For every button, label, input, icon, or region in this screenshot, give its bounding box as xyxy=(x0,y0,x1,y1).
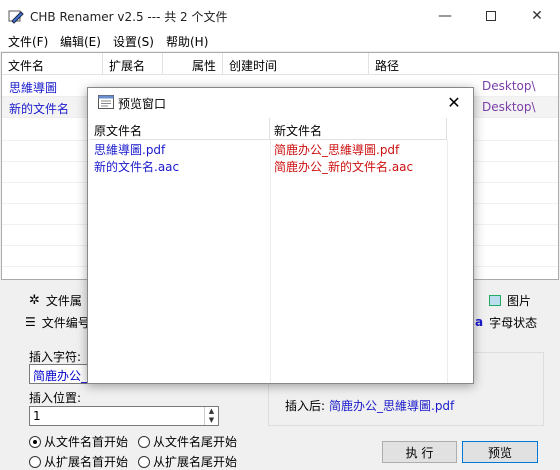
original-name: 新的文件名.aac xyxy=(94,160,180,174)
radio-dot xyxy=(138,435,150,448)
tab-letter-case[interactable]: a 字母状态 xyxy=(475,312,537,332)
file-path: Desktop\ xyxy=(482,79,536,93)
col-new-name[interactable]: 新文件名 xyxy=(270,118,447,140)
radio-dot xyxy=(138,455,150,468)
insert-char-label: 插入字符: xyxy=(29,350,82,364)
radio-label: 从文件名首开始 xyxy=(44,435,129,449)
radio-label: 从文件名尾开始 xyxy=(153,435,238,449)
col-filename[interactable]: 文件名 xyxy=(2,53,103,75)
col-path[interactable]: 路径 xyxy=(369,53,558,75)
stepper-arrows-icon[interactable]: ▲ ▼ xyxy=(204,407,218,425)
radio-ext-end[interactable]: 从扩展名尾开始 xyxy=(138,453,237,470)
insert-pos-value: 1 xyxy=(33,409,41,423)
column-divider xyxy=(270,140,271,383)
letter-icon: a xyxy=(475,315,484,329)
file-path: Desktop\ xyxy=(482,100,536,114)
rename-icon xyxy=(8,10,24,24)
radio-label: 从扩展名尾开始 xyxy=(153,455,238,469)
close-button[interactable]: ✕ xyxy=(514,0,560,31)
minimize-button[interactable]: — xyxy=(422,0,468,31)
image-icon xyxy=(489,294,501,306)
menu-settings[interactable]: 设置(S) xyxy=(113,33,154,50)
tab-label: 字母状态 xyxy=(489,315,538,330)
maximize-button[interactable] xyxy=(468,0,514,31)
list-icon: ☰ xyxy=(25,315,36,329)
preview-button[interactable]: 预览 xyxy=(462,441,538,463)
radio-ext-start[interactable]: 从扩展名首开始 xyxy=(29,453,128,470)
title-bar: CHB Renamer v2.5 --- 共 2 个文件 — ✕ xyxy=(0,0,560,31)
col-created[interactable]: 创建时间 xyxy=(223,53,369,75)
maximize-icon xyxy=(486,10,496,21)
preview-list[interactable]: 原文件名 新文件名 思維導圖.pdf 简鹿办公_思維導圖.pdf 新的文件名.a… xyxy=(90,118,473,383)
after-value: 简鹿办公_思維導圖.pdf xyxy=(329,399,455,413)
window-icon xyxy=(98,95,114,109)
radio-dot xyxy=(29,435,41,448)
new-name: 简鹿办公_新的文件名.aac xyxy=(274,160,414,174)
radio-name-start[interactable]: 从文件名首开始 xyxy=(29,433,128,450)
menu-help[interactable]: 帮助(H) xyxy=(166,33,208,50)
tab-image[interactable]: 图片 xyxy=(489,290,531,310)
original-name: 思維導圖.pdf xyxy=(94,143,166,157)
radio-name-end[interactable]: 从文件名尾开始 xyxy=(138,433,237,450)
file-name: 新的文件名 xyxy=(9,102,70,116)
col-original-name[interactable]: 原文件名 xyxy=(90,118,270,140)
close-icon: ✕ xyxy=(531,7,543,24)
new-name: 简鹿办公_思維導圖.pdf xyxy=(274,143,400,157)
insert-pos-label: 插入位置: xyxy=(29,391,82,405)
main-window: CHB Renamer v2.5 --- 共 2 个文件 — ✕ 文件(F) 编… xyxy=(0,0,560,469)
after-label: 插入后: xyxy=(285,399,326,413)
preview-title: 预览窗口 xyxy=(118,97,167,111)
col-attribute[interactable]: 属性 xyxy=(163,53,223,75)
table-row[interactable]: 新的文件名.aac 简鹿办公_新的文件名.aac xyxy=(90,157,473,174)
gear-icon: ✲ xyxy=(29,292,40,308)
run-button[interactable]: 执 行 xyxy=(382,441,457,463)
tab-label: 文件编号 xyxy=(41,315,90,330)
col-extension[interactable]: 扩展名 xyxy=(103,53,163,75)
radio-dot xyxy=(29,455,41,468)
menu-edit[interactable]: 编辑(E) xyxy=(60,33,101,50)
menu-file[interactable]: 文件(F) xyxy=(8,33,48,50)
preview-title-bar: 预览窗口 ✕ xyxy=(88,88,473,116)
radio-label: 从扩展名首开始 xyxy=(44,455,129,469)
preview-dialog: 预览窗口 ✕ 原文件名 新文件名 思維導圖.pdf 简鹿办公_思維導圖.pdf … xyxy=(87,87,474,384)
window-title: CHB Renamer v2.5 --- 共 2 个文件 xyxy=(30,10,228,24)
tab-label: 文件属 xyxy=(45,293,82,308)
column-divider xyxy=(447,140,448,383)
preview-close-button[interactable]: ✕ xyxy=(443,91,465,113)
file-name: 思維導圖 xyxy=(9,81,58,95)
close-icon: ✕ xyxy=(447,92,461,112)
minimize-icon: — xyxy=(438,7,452,24)
tab-file-number[interactable]: ☰ 文件编号 xyxy=(25,312,90,332)
tab-label: 图片 xyxy=(507,293,532,308)
menu-bar: 文件(F) 编辑(E) 设置(S) 帮助(H) xyxy=(0,31,560,51)
table-row[interactable]: 思維導圖.pdf 简鹿办公_思維導圖.pdf xyxy=(90,140,473,157)
insert-pos-stepper[interactable]: 1 ▲ ▼ xyxy=(29,406,219,426)
tab-file-attributes[interactable]: ✲ 文件属 xyxy=(29,290,82,310)
